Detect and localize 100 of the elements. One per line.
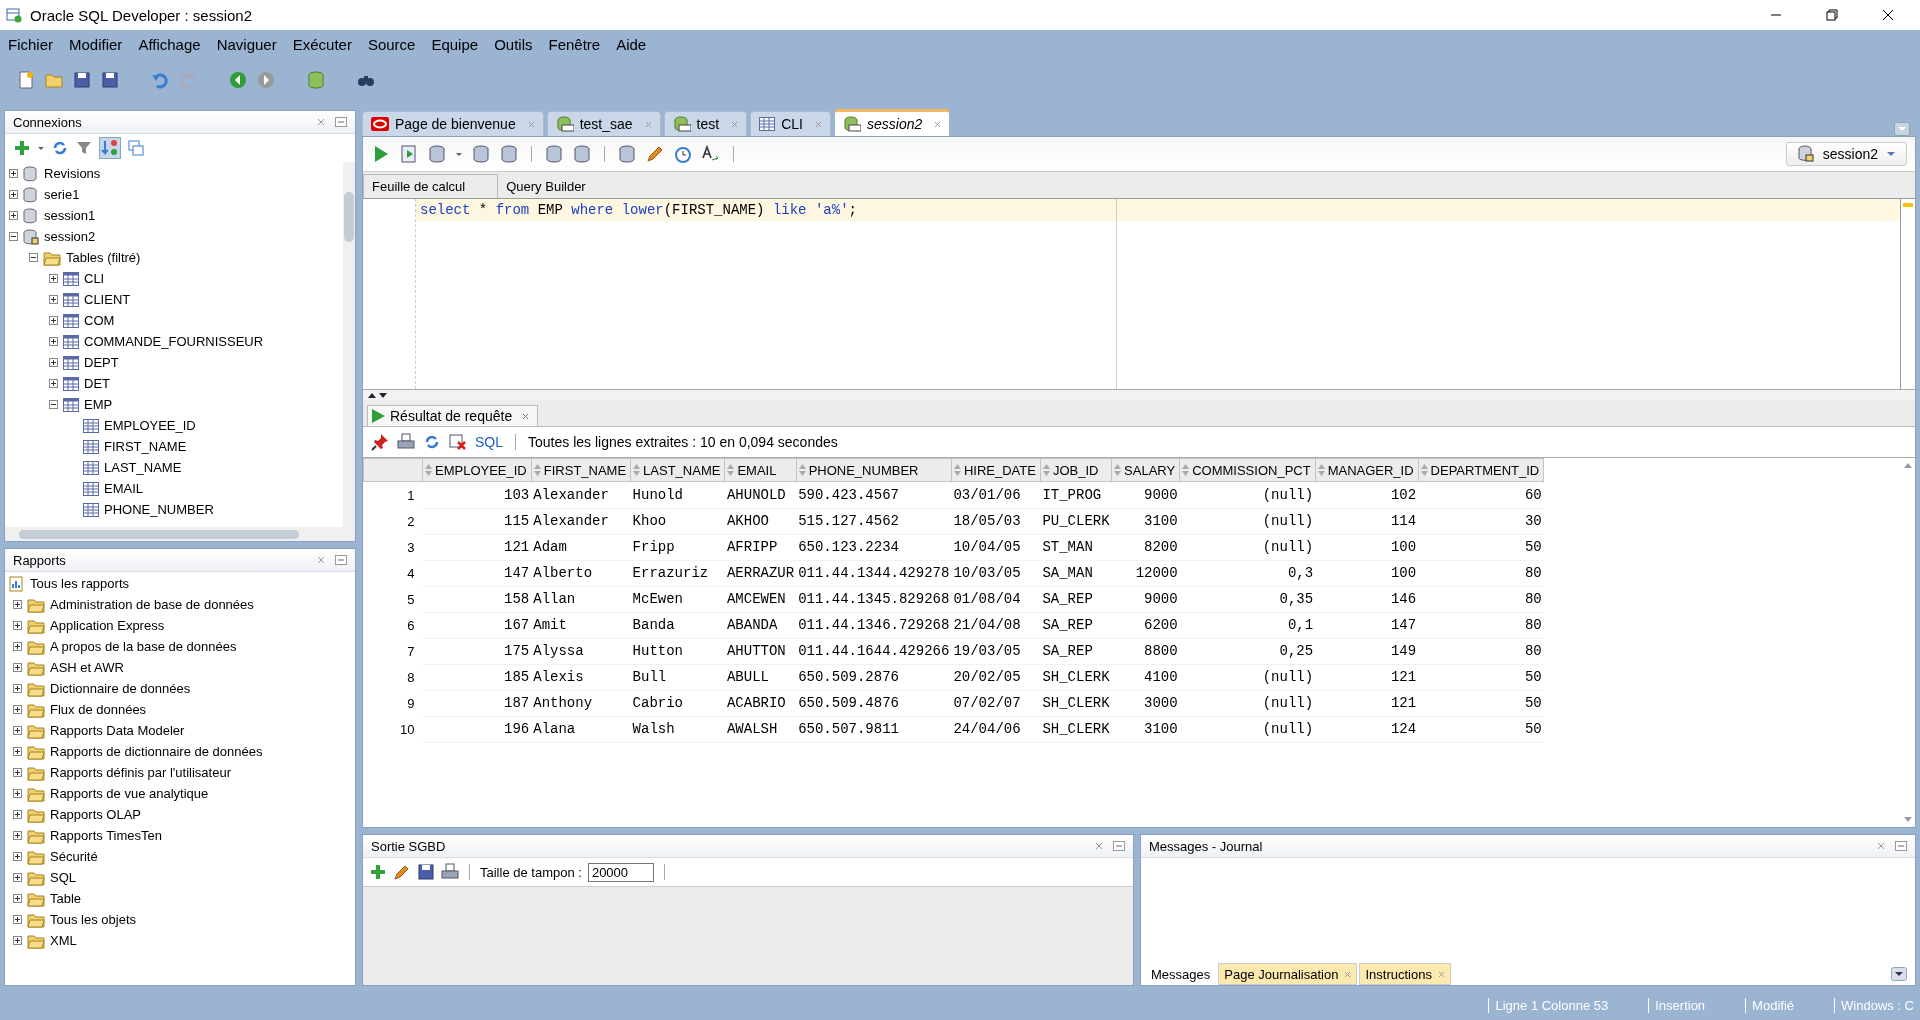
- expand-toggle-icon[interactable]: [13, 726, 22, 735]
- tree-item[interactable]: serie1: [44, 187, 80, 202]
- menu-item[interactable]: Source: [367, 35, 416, 53]
- menu-item[interactable]: Aide: [616, 35, 647, 53]
- column-header[interactable]: PHONE_NUMBER: [796, 458, 952, 482]
- expand-toggle-icon[interactable]: [13, 663, 22, 672]
- save-icon[interactable]: [72, 70, 92, 90]
- tree-item[interactable]: EMPLOYEE_ID: [104, 418, 196, 433]
- menu-item[interactable]: Outils: [494, 35, 533, 53]
- expand-toggle-icon[interactable]: [49, 295, 58, 304]
- editor-tab[interactable]: test_sae: [546, 111, 661, 136]
- menu-item[interactable]: Naviguer: [216, 35, 277, 53]
- column-header[interactable]: COMMISSION_PCT: [1179, 458, 1316, 482]
- database-icon[interactable]: [427, 144, 447, 164]
- menu-item[interactable]: Modifier: [69, 35, 123, 53]
- menu-item[interactable]: Exécuter: [292, 35, 352, 53]
- expand-toggle-icon[interactable]: [13, 894, 22, 903]
- expand-toggle-icon[interactable]: [13, 831, 22, 840]
- tree-item[interactable]: ASH et AWR: [50, 660, 124, 675]
- expand-toggle-icon[interactable]: [9, 232, 18, 241]
- expand-toggle-icon[interactable]: [13, 768, 22, 777]
- expand-toggle-icon[interactable]: [49, 274, 58, 283]
- filter-icon[interactable]: [75, 139, 93, 157]
- pin-icon[interactable]: [371, 433, 389, 451]
- column-header[interactable]: JOB_ID: [1040, 458, 1112, 482]
- printer-icon[interactable]: [397, 433, 415, 451]
- expand-toggle-icon[interactable]: [13, 852, 22, 861]
- expand-toggle-icon[interactable]: [13, 642, 22, 651]
- tree-item[interactable]: Tous les objets: [50, 912, 136, 927]
- restore-icon[interactable]: [1826, 9, 1838, 21]
- tree-item[interactable]: Rapports de dictionnaire de données: [50, 744, 263, 759]
- tree-item[interactable]: A propos de la base de données: [50, 639, 237, 654]
- tree-item[interactable]: SQL: [50, 870, 76, 885]
- scroll-down-icon[interactable]: [1904, 817, 1912, 823]
- tree-item[interactable]: EMAIL: [104, 481, 143, 496]
- column-header[interactable]: HIRE_DATE: [951, 458, 1041, 482]
- forward-icon[interactable]: [256, 70, 276, 90]
- expand-toggle-icon[interactable]: [29, 253, 38, 262]
- printer-icon[interactable]: [441, 863, 459, 881]
- font-case-icon[interactable]: [701, 144, 721, 164]
- column-header[interactable]: LAST_NAME: [630, 458, 725, 482]
- log-tab[interactable]: Instructions: [1359, 963, 1451, 985]
- delete-icon[interactable]: [449, 433, 467, 451]
- save-all-icon[interactable]: [100, 70, 120, 90]
- tree-item[interactable]: DET: [84, 376, 110, 391]
- tree-item[interactable]: Rapports de vue analytique: [50, 786, 209, 801]
- expand-toggle-icon[interactable]: [9, 211, 18, 220]
- tree-item[interactable]: CLI: [84, 271, 105, 286]
- tree-item[interactable]: XML: [50, 933, 77, 948]
- tree-item[interactable]: CLIENT: [84, 292, 131, 307]
- expand-toggle-icon[interactable]: [13, 789, 22, 798]
- buffer-size-field[interactable]: 20000: [587, 862, 654, 882]
- minimize-icon[interactable]: [1895, 841, 1907, 851]
- menu-item[interactable]: Affichage: [138, 35, 201, 53]
- column-header[interactable]: EMAIL: [724, 458, 797, 482]
- tree-item[interactable]: Rapports définis par l'utilisateur: [50, 765, 231, 780]
- scrollbar-thumb[interactable]: [344, 192, 354, 242]
- refresh-icon[interactable]: [51, 139, 69, 157]
- column-header[interactable]: DEPARTMENT_ID: [1418, 458, 1544, 482]
- expand-toggle-icon[interactable]: [13, 936, 22, 945]
- expand-toggle-icon[interactable]: [49, 400, 58, 409]
- scrollbar-thumb[interactable]: [19, 529, 299, 539]
- log-tab[interactable]: Page Journalisation: [1218, 963, 1358, 985]
- editor-tab[interactable]: session2: [834, 109, 951, 136]
- editor-tab[interactable]: Page de bienvenue: [362, 111, 544, 136]
- tree-item[interactable]: Dictionnaire de données: [50, 681, 191, 696]
- run-script-icon[interactable]: [399, 144, 419, 164]
- tree-item[interactable]: DEPT: [84, 355, 119, 370]
- back-icon[interactable]: [228, 70, 248, 90]
- tree-item[interactable]: Rapports OLAP: [50, 807, 142, 822]
- refresh-icon[interactable]: [423, 433, 441, 451]
- worksheet-tab[interactable]: Feuille de calcul: [363, 174, 499, 198]
- tree-item[interactable]: Rapports TimesTen: [50, 828, 162, 843]
- expand-toggle-icon[interactable]: [49, 358, 58, 367]
- expand-toggle-icon[interactable]: [13, 684, 22, 693]
- tree-item[interactable]: PHONE_NUMBER: [104, 502, 214, 517]
- tree-item[interactable]: Tous les rapports: [30, 576, 129, 591]
- splitter-arrows-icon[interactable]: [367, 391, 389, 399]
- add-icon[interactable]: [369, 863, 387, 881]
- expand-toggle-icon[interactable]: [13, 873, 22, 882]
- menu-item[interactable]: Fichier: [8, 35, 53, 53]
- expand-toggle-icon[interactable]: [13, 747, 22, 756]
- column-header[interactable]: MANAGER_ID: [1315, 458, 1419, 482]
- tree-item[interactable]: Application Express: [50, 618, 165, 633]
- menu-item[interactable]: Fenêtre: [548, 35, 601, 53]
- tree-item[interactable]: Tables (filtré): [66, 250, 141, 265]
- column-header[interactable]: EMPLOYEE_ID: [422, 458, 532, 482]
- expand-toggle-icon[interactable]: [9, 190, 18, 199]
- expand-toggle-icon[interactable]: [13, 600, 22, 609]
- expand-toggle-icon[interactable]: [49, 316, 58, 325]
- minimize-icon[interactable]: [335, 555, 347, 565]
- tree-item[interactable]: Flux de données: [50, 702, 147, 717]
- new-file-icon[interactable]: [16, 70, 36, 90]
- tree-item[interactable]: Revisions: [44, 166, 101, 181]
- close-icon[interactable]: [1882, 9, 1894, 21]
- tree-item[interactable]: Rapports Data Modeler: [50, 723, 185, 738]
- sql-link[interactable]: SQL: [475, 434, 503, 450]
- expand-toggle-icon[interactable]: [13, 705, 22, 714]
- tab-list-icon[interactable]: [1891, 967, 1907, 981]
- expand-toggle-icon[interactable]: [13, 915, 22, 924]
